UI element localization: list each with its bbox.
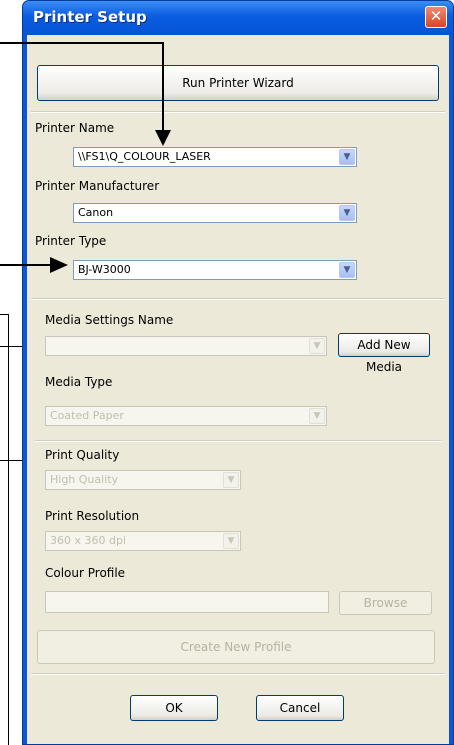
run-printer-wizard-button[interactable]: Run Printer Wizard <box>37 65 439 101</box>
chevron-down-icon[interactable]: ▼ <box>223 472 239 488</box>
chevron-down-icon[interactable]: ▼ <box>309 338 325 354</box>
colour-profile-field[interactable] <box>45 591 329 613</box>
print-quality-value: High Quality <box>50 473 119 486</box>
printer-setup-dialog: Printer Setup ✕ Run Printer Wizard Print… <box>22 0 454 745</box>
callout-arrowhead <box>50 257 68 273</box>
printer-name-label: Printer Name <box>35 121 115 135</box>
separator <box>31 298 445 300</box>
colour-profile-label: Colour Profile <box>45 566 126 580</box>
printer-type-value: BJ-W3000 <box>78 263 131 276</box>
media-settings-name-label: Media Settings Name <box>45 313 174 327</box>
print-resolution-label: Print Resolution <box>45 509 140 523</box>
print-resolution-value: 360 x 360 dpi <box>50 534 127 547</box>
printer-type-label: Printer Type <box>35 234 107 248</box>
printer-manufacturer-label: Printer Manufacturer <box>35 179 160 193</box>
callout-line <box>162 42 164 132</box>
callout-line <box>0 42 164 44</box>
add-new-media-button[interactable]: Add New Media <box>338 333 430 374</box>
print-quality-dropdown[interactable]: High Quality ▼ <box>45 470 241 490</box>
chevron-down-icon[interactable]: ▼ <box>339 149 355 165</box>
print-quality-label: Print Quality <box>45 448 120 462</box>
dialog-title: Printer Setup <box>33 8 147 26</box>
close-icon: ✕ <box>429 7 443 25</box>
separator <box>31 111 445 113</box>
printer-type-dropdown[interactable]: BJ-W3000 ▼ <box>73 260 357 280</box>
callout-line <box>0 346 22 347</box>
callout-line <box>0 264 52 266</box>
printer-manufacturer-value: Canon <box>78 206 114 219</box>
callout-line <box>0 460 22 461</box>
print-resolution-dropdown[interactable]: 360 x 360 dpi ▼ <box>45 531 241 551</box>
chevron-down-icon[interactable]: ▼ <box>339 262 355 278</box>
browse-button[interactable]: Browse <box>339 591 432 615</box>
separator <box>35 440 441 442</box>
close-button[interactable]: ✕ <box>425 6 447 28</box>
media-type-label: Media Type <box>45 375 113 389</box>
callout-line <box>8 314 9 745</box>
media-settings-name-dropdown[interactable]: ▼ <box>45 336 327 356</box>
chevron-down-icon[interactable]: ▼ <box>309 408 325 424</box>
separator <box>31 673 445 675</box>
printer-name-value: \\FS1\Q_COLOUR_LASER <box>78 150 211 163</box>
media-type-dropdown[interactable]: Coated Paper ▼ <box>45 406 327 426</box>
title-bar[interactable]: Printer Setup ✕ <box>23 1 453 35</box>
ok-button[interactable]: OK <box>130 695 218 721</box>
callout-arrowhead <box>155 130 171 146</box>
cancel-button[interactable]: Cancel <box>256 695 344 721</box>
dialog-body: Run Printer Wizard Printer Name \\FS1\Q_… <box>27 35 449 744</box>
chevron-down-icon[interactable]: ▼ <box>223 533 239 549</box>
media-type-value: Coated Paper <box>50 409 124 422</box>
create-new-profile-button[interactable]: Create New Profile <box>37 630 435 664</box>
chevron-down-icon[interactable]: ▼ <box>339 205 355 221</box>
printer-manufacturer-dropdown[interactable]: Canon ▼ <box>73 203 357 223</box>
printer-name-dropdown[interactable]: \\FS1\Q_COLOUR_LASER ▼ <box>73 147 357 167</box>
